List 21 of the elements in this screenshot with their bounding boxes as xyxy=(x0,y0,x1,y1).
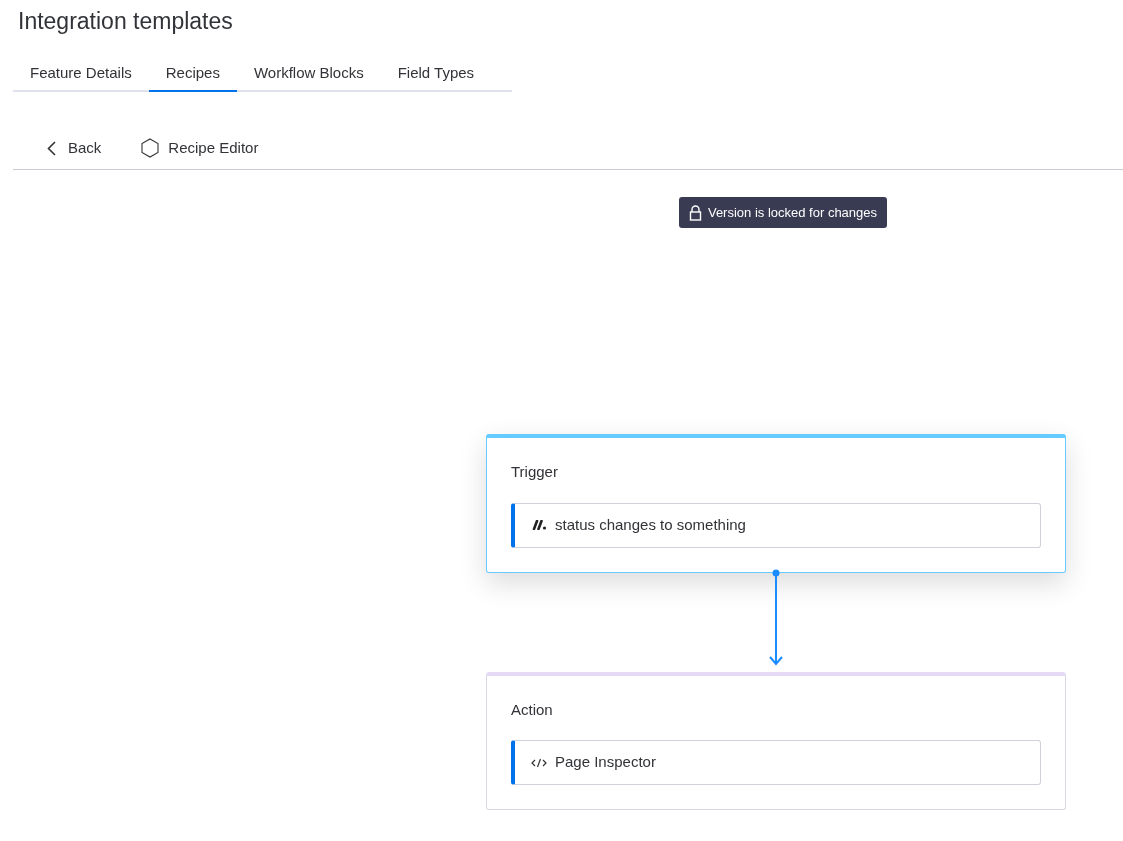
editor-title: Recipe Editor xyxy=(168,137,259,158)
back-button[interactable]: Back xyxy=(47,136,102,160)
code-icon xyxy=(531,757,547,768)
stripes-logo-icon xyxy=(531,520,547,530)
card-title: Action xyxy=(511,699,553,720)
step-label: status changes to something xyxy=(555,514,746,535)
tab[interactable]: Recipes xyxy=(148,56,237,92)
trigger-card[interactable]: Trigger status changes to something xyxy=(486,434,1066,573)
tab[interactable]: Feature Details xyxy=(13,56,149,92)
step-row[interactable]: Page Inspector xyxy=(511,740,1041,785)
lock-icon xyxy=(688,204,702,221)
tab[interactable]: Field Types xyxy=(380,56,492,92)
card-title: Trigger xyxy=(511,462,558,482)
action-card[interactable]: Action Page Inspector xyxy=(486,671,1066,810)
step-row[interactable]: status changes to something xyxy=(511,502,1041,548)
step-label: Page Inspector xyxy=(555,752,656,773)
page-title: Integration templates xyxy=(18,7,233,36)
hexagon-icon xyxy=(141,138,160,158)
tab[interactable]: Workflow Blocks xyxy=(236,56,381,92)
locked-text: Version is locked for changes xyxy=(707,203,878,222)
chevron-left-icon xyxy=(47,140,56,156)
